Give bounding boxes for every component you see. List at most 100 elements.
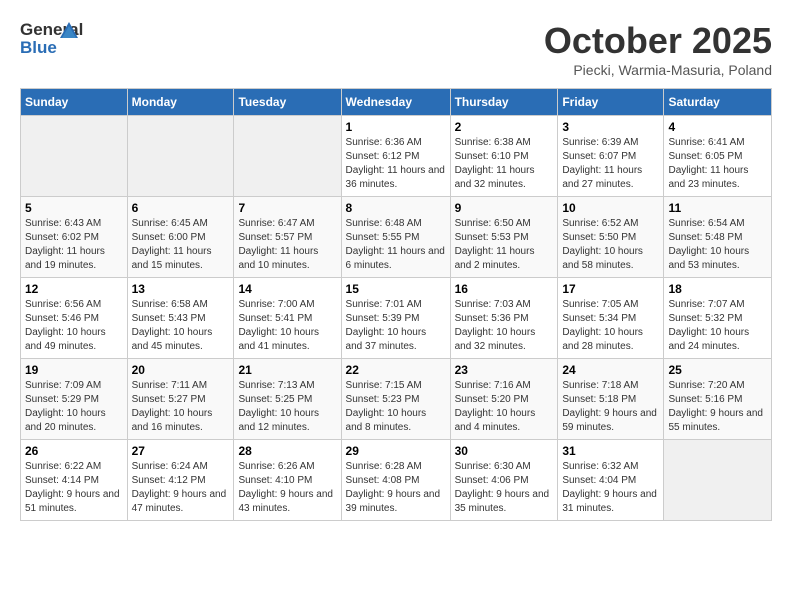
day-info: Sunrise: 7:01 AM Sunset: 5:39 PM Dayligh… xyxy=(346,298,446,354)
day-info: Sunrise: 7:20 AM Sunset: 5:16 PM Dayligh… xyxy=(668,379,767,435)
day-number: 25 xyxy=(668,363,767,377)
day-info: Sunrise: 6:47 AM Sunset: 5:57 PM Dayligh… xyxy=(238,217,336,273)
calendar-cell: 22 Sunrise: 7:15 AM Sunset: 5:23 PM Dayli… xyxy=(341,359,450,440)
day-info: Sunrise: 7:03 AM Sunset: 5:36 PM Dayligh… xyxy=(455,298,554,354)
day-number: 22 xyxy=(346,363,446,377)
day-info: Sunrise: 6:32 AM Sunset: 4:04 PM Dayligh… xyxy=(562,460,659,516)
calendar-cell xyxy=(664,440,772,521)
calendar-cell: 18Sunrise: 7:07 AM Sunset: 5:32 PM Dayli… xyxy=(664,278,772,359)
calendar-cell: 9 Sunrise: 6:50 AM Sunset: 5:53 PM Daylig… xyxy=(450,197,558,278)
day-number: 8 xyxy=(346,201,446,215)
header-thursday: Thursday xyxy=(450,89,558,116)
day-info: Sunrise: 6:50 AM Sunset: 5:53 PM Dayligh… xyxy=(455,217,554,273)
logo-icon xyxy=(58,20,80,42)
day-info: Sunrise: 7:09 AM Sunset: 5:29 PM Dayligh… xyxy=(25,379,123,435)
day-info: Sunrise: 6:45 AM Sunset: 6:00 PM Dayligh… xyxy=(132,217,230,273)
day-number: 10 xyxy=(562,201,659,215)
day-info: Sunrise: 6:39 AM Sunset: 6:07 PM Dayligh… xyxy=(562,136,659,192)
day-number: 20 xyxy=(132,363,230,377)
day-info: Sunrise: 7:05 AM Sunset: 5:34 PM Dayligh… xyxy=(562,298,659,354)
calendar-cell: 21Sunrise: 7:13 AM Sunset: 5:25 PM Dayli… xyxy=(234,359,341,440)
day-number: 26 xyxy=(25,444,123,458)
day-number: 4 xyxy=(668,120,767,134)
calendar-cell: 16 Sunrise: 7:03 AM Sunset: 5:36 PM Dayli… xyxy=(450,278,558,359)
day-info: Sunrise: 6:48 AM Sunset: 5:55 PM Dayligh… xyxy=(346,217,446,273)
day-number: 28 xyxy=(238,444,336,458)
month-title: October 2025 xyxy=(544,20,772,62)
header-monday: Monday xyxy=(127,89,234,116)
day-number: 3 xyxy=(562,120,659,134)
day-number: 18 xyxy=(668,282,767,296)
calendar-cell: 28 Sunrise: 6:26 AM Sunset: 4:10 PM Dayli… xyxy=(234,440,341,521)
calendar-cell: 17 Sunrise: 7:05 AM Sunset: 5:34 PM Dayli… xyxy=(558,278,664,359)
day-number: 2 xyxy=(455,120,554,134)
day-number: 15 xyxy=(346,282,446,296)
day-number: 5 xyxy=(25,201,123,215)
day-info: Sunrise: 6:41 AM Sunset: 6:05 PM Dayligh… xyxy=(668,136,767,192)
calendar-cell xyxy=(127,116,234,197)
calendar-cell: 24Sunrise: 7:18 AM Sunset: 5:18 PM Dayli… xyxy=(558,359,664,440)
location-title: Piecki, Warmia-Masuria, Poland xyxy=(544,62,772,78)
day-info: Sunrise: 6:24 AM Sunset: 4:12 PM Dayligh… xyxy=(132,460,230,516)
calendar-cell: 5 Sunrise: 6:43 AM Sunset: 6:02 PM Daylig… xyxy=(21,197,128,278)
day-info: Sunrise: 6:28 AM Sunset: 4:08 PM Dayligh… xyxy=(346,460,446,516)
day-info: Sunrise: 6:36 AM Sunset: 6:12 PM Dayligh… xyxy=(346,136,446,192)
calendar-week-3: 12 Sunrise: 6:56 AM Sunset: 5:46 PM Dayli… xyxy=(21,278,772,359)
calendar-cell: 12 Sunrise: 6:56 AM Sunset: 5:46 PM Dayli… xyxy=(21,278,128,359)
header-saturday: Saturday xyxy=(664,89,772,116)
calendar-cell: 30Sunrise: 6:30 AM Sunset: 4:06 PM Dayli… xyxy=(450,440,558,521)
day-info: Sunrise: 6:38 AM Sunset: 6:10 PM Dayligh… xyxy=(455,136,554,192)
calendar-cell: 14 Sunrise: 7:00 AM Sunset: 5:41 PM Dayli… xyxy=(234,278,341,359)
day-number: 1 xyxy=(346,120,446,134)
logo-blue: Blue xyxy=(20,38,57,58)
calendar-cell: 3 Sunrise: 6:39 AM Sunset: 6:07 PM Daylig… xyxy=(558,116,664,197)
logo: General Blue xyxy=(20,20,70,60)
calendar-cell: 31Sunrise: 6:32 AM Sunset: 4:04 PM Dayli… xyxy=(558,440,664,521)
calendar-week-1: 1 Sunrise: 6:36 AM Sunset: 6:12 PM Daylig… xyxy=(21,116,772,197)
day-number: 23 xyxy=(455,363,554,377)
calendar-week-4: 19Sunrise: 7:09 AM Sunset: 5:29 PM Dayli… xyxy=(21,359,772,440)
day-number: 14 xyxy=(238,282,336,296)
calendar-cell: 6 Sunrise: 6:45 AM Sunset: 6:00 PM Daylig… xyxy=(127,197,234,278)
header-friday: Friday xyxy=(558,89,664,116)
day-info: Sunrise: 6:22 AM Sunset: 4:14 PM Dayligh… xyxy=(25,460,123,516)
calendar-week-2: 5 Sunrise: 6:43 AM Sunset: 6:02 PM Daylig… xyxy=(21,197,772,278)
header-wednesday: Wednesday xyxy=(341,89,450,116)
calendar-cell: 10 Sunrise: 6:52 AM Sunset: 5:50 PM Dayli… xyxy=(558,197,664,278)
day-number: 16 xyxy=(455,282,554,296)
day-info: Sunrise: 7:00 AM Sunset: 5:41 PM Dayligh… xyxy=(238,298,336,354)
calendar-cell: 4 Sunrise: 6:41 AM Sunset: 6:05 PM Daylig… xyxy=(664,116,772,197)
header-tuesday: Tuesday xyxy=(234,89,341,116)
day-number: 12 xyxy=(25,282,123,296)
day-number: 17 xyxy=(562,282,659,296)
day-number: 30 xyxy=(455,444,554,458)
day-info: Sunrise: 6:56 AM Sunset: 5:46 PM Dayligh… xyxy=(25,298,123,354)
day-number: 9 xyxy=(455,201,554,215)
calendar-cell: 23Sunrise: 7:16 AM Sunset: 5:20 PM Dayli… xyxy=(450,359,558,440)
day-info: Sunrise: 6:26 AM Sunset: 4:10 PM Dayligh… xyxy=(238,460,336,516)
day-info: Sunrise: 7:11 AM Sunset: 5:27 PM Dayligh… xyxy=(132,379,230,435)
day-info: Sunrise: 6:58 AM Sunset: 5:43 PM Dayligh… xyxy=(132,298,230,354)
calendar-cell: 7Sunrise: 6:47 AM Sunset: 5:57 PM Daylig… xyxy=(234,197,341,278)
calendar-cell: 26 Sunrise: 6:22 AM Sunset: 4:14 PM Dayli… xyxy=(21,440,128,521)
calendar-cell: 13 Sunrise: 6:58 AM Sunset: 5:43 PM Dayli… xyxy=(127,278,234,359)
calendar-header-row: SundayMondayTuesdayWednesdayThursdayFrid… xyxy=(21,89,772,116)
day-info: Sunrise: 6:43 AM Sunset: 6:02 PM Dayligh… xyxy=(25,217,123,273)
day-number: 6 xyxy=(132,201,230,215)
calendar-cell: 11Sunrise: 6:54 AM Sunset: 5:48 PM Dayli… xyxy=(664,197,772,278)
day-info: Sunrise: 7:15 AM Sunset: 5:23 PM Dayligh… xyxy=(346,379,446,435)
day-number: 29 xyxy=(346,444,446,458)
calendar-cell: 8 Sunrise: 6:48 AM Sunset: 5:55 PM Daylig… xyxy=(341,197,450,278)
calendar-week-5: 26 Sunrise: 6:22 AM Sunset: 4:14 PM Dayli… xyxy=(21,440,772,521)
day-number: 27 xyxy=(132,444,230,458)
day-number: 21 xyxy=(238,363,336,377)
calendar-cell: 2 Sunrise: 6:38 AM Sunset: 6:10 PM Daylig… xyxy=(450,116,558,197)
calendar-cell xyxy=(234,116,341,197)
calendar-body: 1 Sunrise: 6:36 AM Sunset: 6:12 PM Daylig… xyxy=(21,116,772,521)
day-number: 13 xyxy=(132,282,230,296)
day-info: Sunrise: 6:52 AM Sunset: 5:50 PM Dayligh… xyxy=(562,217,659,273)
day-info: Sunrise: 6:54 AM Sunset: 5:48 PM Dayligh… xyxy=(668,217,767,273)
calendar-table: SundayMondayTuesdayWednesdayThursdayFrid… xyxy=(20,88,772,521)
day-number: 24 xyxy=(562,363,659,377)
header-sunday: Sunday xyxy=(21,89,128,116)
